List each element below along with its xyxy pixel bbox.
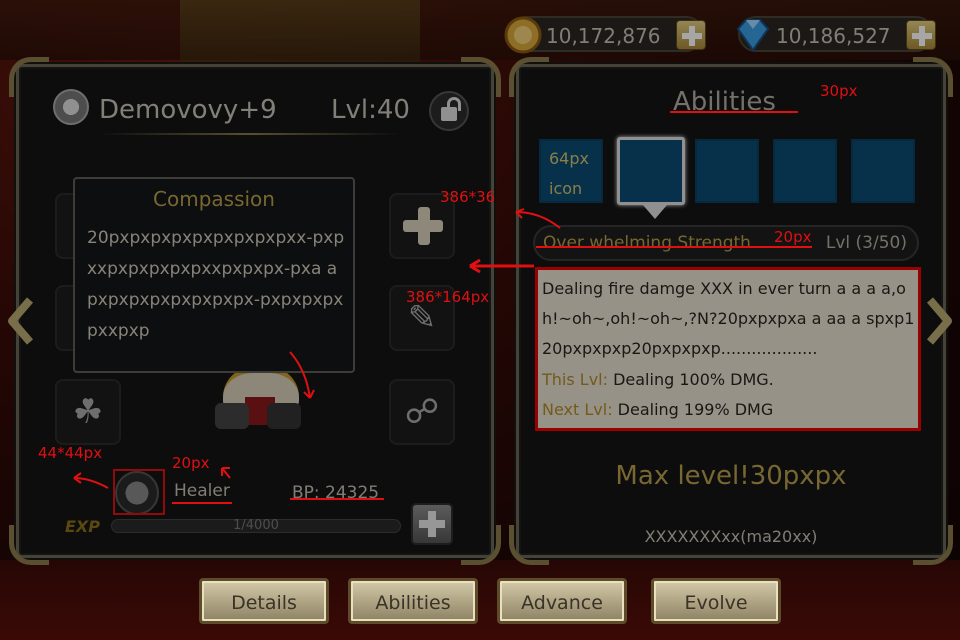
panel-corner-ornament <box>913 57 953 97</box>
title-divider <box>99 133 399 135</box>
panel-corner-ornament <box>509 57 549 97</box>
tab-details-label: Details <box>231 592 297 614</box>
ability-tab-3[interactable] <box>695 139 759 203</box>
this-level-line: This Lvl: Dealing 100% DMG. <box>542 370 774 389</box>
tab-evolve-label: Evolve <box>684 592 748 614</box>
gold-coin-icon <box>502 14 544 56</box>
next-level-line: Next Lvl: Dealing 199% DMG <box>542 400 773 419</box>
hero-panel: Demovovy+9 Lvl:40 ✎ ☘ ☍ Compassion 20pxp… <box>9 57 501 565</box>
skill-name: Over whelming Strength <box>543 233 751 253</box>
diamond-icon <box>732 14 774 56</box>
panel-corner-ornament <box>9 525 49 565</box>
this-level-label: This Lvl: <box>542 370 608 389</box>
chevron-right-icon <box>926 297 952 345</box>
ability-tab-4[interactable] <box>773 139 837 203</box>
add-gems-button[interactable] <box>906 20 936 50</box>
equip-slot-helmet[interactable]: ☘ <box>55 379 121 445</box>
annotation-title-size: 30px <box>820 82 858 100</box>
next-level-label: Next Lvl: <box>542 400 613 419</box>
annotation-desc-size: 386*164px <box>406 288 490 306</box>
chevron-left-icon <box>8 297 34 345</box>
exp-label: EXP <box>65 517 100 536</box>
annotation-skill-font: 20px <box>774 228 812 246</box>
hero-character-sprite <box>205 367 315 439</box>
ability-tab-icon-label: icon <box>549 179 583 198</box>
exp-bar: 1/4000 <box>111 518 401 533</box>
ability-tab-1[interactable]: 64px icon <box>539 139 603 203</box>
exp-value: 1/4000 <box>233 518 279 533</box>
abilities-panel: Abilities 64px icon Over whelming Streng… <box>509 57 953 565</box>
panel-corner-ornament <box>461 57 501 97</box>
gem-currency: 10,186,527 <box>736 16 936 52</box>
skill-description: Dealing fire damge XXX in ever turn a a … <box>542 279 915 358</box>
tab-advance[interactable]: Advance <box>497 578 627 624</box>
tab-details[interactable]: Details <box>199 578 329 624</box>
hero-element-icon <box>53 89 89 125</box>
tab-abilities-label: Abilities <box>375 592 451 614</box>
next-level-value: Dealing 199% DMG <box>612 400 774 419</box>
tooltip-title: Compassion <box>153 187 275 211</box>
background-bottom <box>0 560 960 640</box>
skill-header: Over whelming Strength Lvl (3/50) <box>533 225 919 261</box>
tab-advance-label: Advance <box>521 592 603 614</box>
skill-tooltip: Compassion 20pxpxpxpxpxpxpxpxpxx-pxpxxpx… <box>73 177 355 373</box>
abilities-footer: XXXXXXXxx(ma20xx) <box>644 527 818 546</box>
lock-toggle-button[interactable] <box>429 91 469 131</box>
panel-corner-ornament <box>461 525 501 565</box>
hero-level: Lvl:40 <box>331 95 410 125</box>
annotation-underline <box>290 498 384 500</box>
annotation-skillbar-size: 386*36 <box>440 188 496 206</box>
next-hero-arrow[interactable] <box>922 294 954 348</box>
max-level-text: Max level!30pxpx <box>615 461 847 491</box>
hero-class: Healer <box>174 481 230 501</box>
background-gold-block <box>180 0 420 70</box>
gold-amount: 10,172,876 <box>546 24 661 48</box>
tooltip-body: 20pxpxpxpxpxpxpxpxpxx-pxpxxpxpxpxpxpxxpx… <box>87 228 345 341</box>
gold-currency: 10,172,876 <box>504 16 706 54</box>
annotation-underline <box>172 502 232 504</box>
equip-slot-necklace[interactable]: ☍ <box>389 379 455 445</box>
gem-amount: 10,186,527 <box>776 24 891 48</box>
necklace-icon: ☍ <box>404 392 440 432</box>
add-gold-button[interactable] <box>676 20 706 50</box>
annotation-underline <box>536 246 812 248</box>
ability-tab-5[interactable] <box>851 139 915 203</box>
add-exp-button[interactable] <box>411 503 453 545</box>
helmet-icon: ☘ <box>72 392 104 432</box>
this-level-value: Dealing 100% DMG. <box>608 370 774 389</box>
selected-tab-pointer <box>643 205 667 219</box>
ability-tab-2[interactable] <box>617 137 685 205</box>
annotation-box <box>113 469 165 515</box>
hero-name: Demovovy+9 <box>99 95 277 125</box>
annotation-underline <box>670 111 798 113</box>
battle-power: BP: 24325 <box>292 483 380 503</box>
skill-description-box: Dealing fire damge XXX in ever turn a a … <box>535 267 921 431</box>
ability-tab-size-label: 64px <box>549 149 589 168</box>
previous-hero-arrow[interactable] <box>6 294 38 348</box>
tab-evolve[interactable]: Evolve <box>651 578 781 624</box>
tab-abilities[interactable]: Abilities <box>348 578 478 624</box>
annotation-icon-size: 44*44px <box>38 444 103 462</box>
panel-corner-ornament <box>9 57 49 97</box>
skill-level: Lvl (3/50) <box>825 233 907 253</box>
annotation-class-font: 20px <box>172 454 210 472</box>
